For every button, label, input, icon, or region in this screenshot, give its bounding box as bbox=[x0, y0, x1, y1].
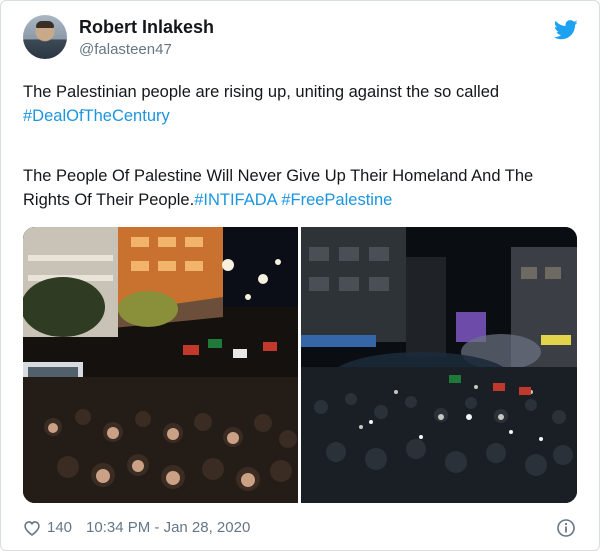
photo-right-scene bbox=[301, 227, 577, 503]
photo-left[interactable] bbox=[23, 227, 298, 503]
like-count[interactable]: 140 bbox=[47, 518, 72, 538]
hashtag-intifada[interactable]: #INTIFADA bbox=[194, 191, 277, 209]
heart-icon[interactable] bbox=[23, 520, 41, 536]
tweet-paragraph-2: The People Of Palestine Will Never Give … bbox=[23, 164, 583, 212]
hashtag-freepalestine[interactable]: #FreePalestine bbox=[281, 191, 392, 209]
info-icon[interactable] bbox=[556, 518, 576, 538]
tweet-text-1: The Palestinian people are rising up, un… bbox=[23, 83, 500, 101]
author-handle[interactable]: @falasteen47 bbox=[79, 41, 172, 59]
tweet-card: Robert Inlakesh @falasteen47 The Palesti… bbox=[0, 0, 600, 551]
avatar[interactable] bbox=[23, 15, 67, 59]
photo-left-scene bbox=[23, 227, 298, 503]
hashtag-dealofthecentury[interactable]: #DealOfTheCentury bbox=[23, 107, 170, 125]
media-grid bbox=[23, 227, 577, 503]
tweet-text-2: The People Of Palestine Will Never Give … bbox=[23, 167, 534, 209]
twitter-bird-icon[interactable] bbox=[554, 20, 578, 40]
timestamp[interactable]: 10:34 PM - Jan 28, 2020 bbox=[86, 518, 250, 538]
tweet-footer: 140 10:34 PM - Jan 28, 2020 bbox=[23, 518, 250, 538]
avatar-hair bbox=[36, 21, 54, 28]
author-name[interactable]: Robert Inlakesh bbox=[79, 17, 214, 37]
photo-right[interactable] bbox=[301, 227, 577, 503]
tweet-paragraph-1: The Palestinian people are rising up, un… bbox=[23, 80, 583, 128]
